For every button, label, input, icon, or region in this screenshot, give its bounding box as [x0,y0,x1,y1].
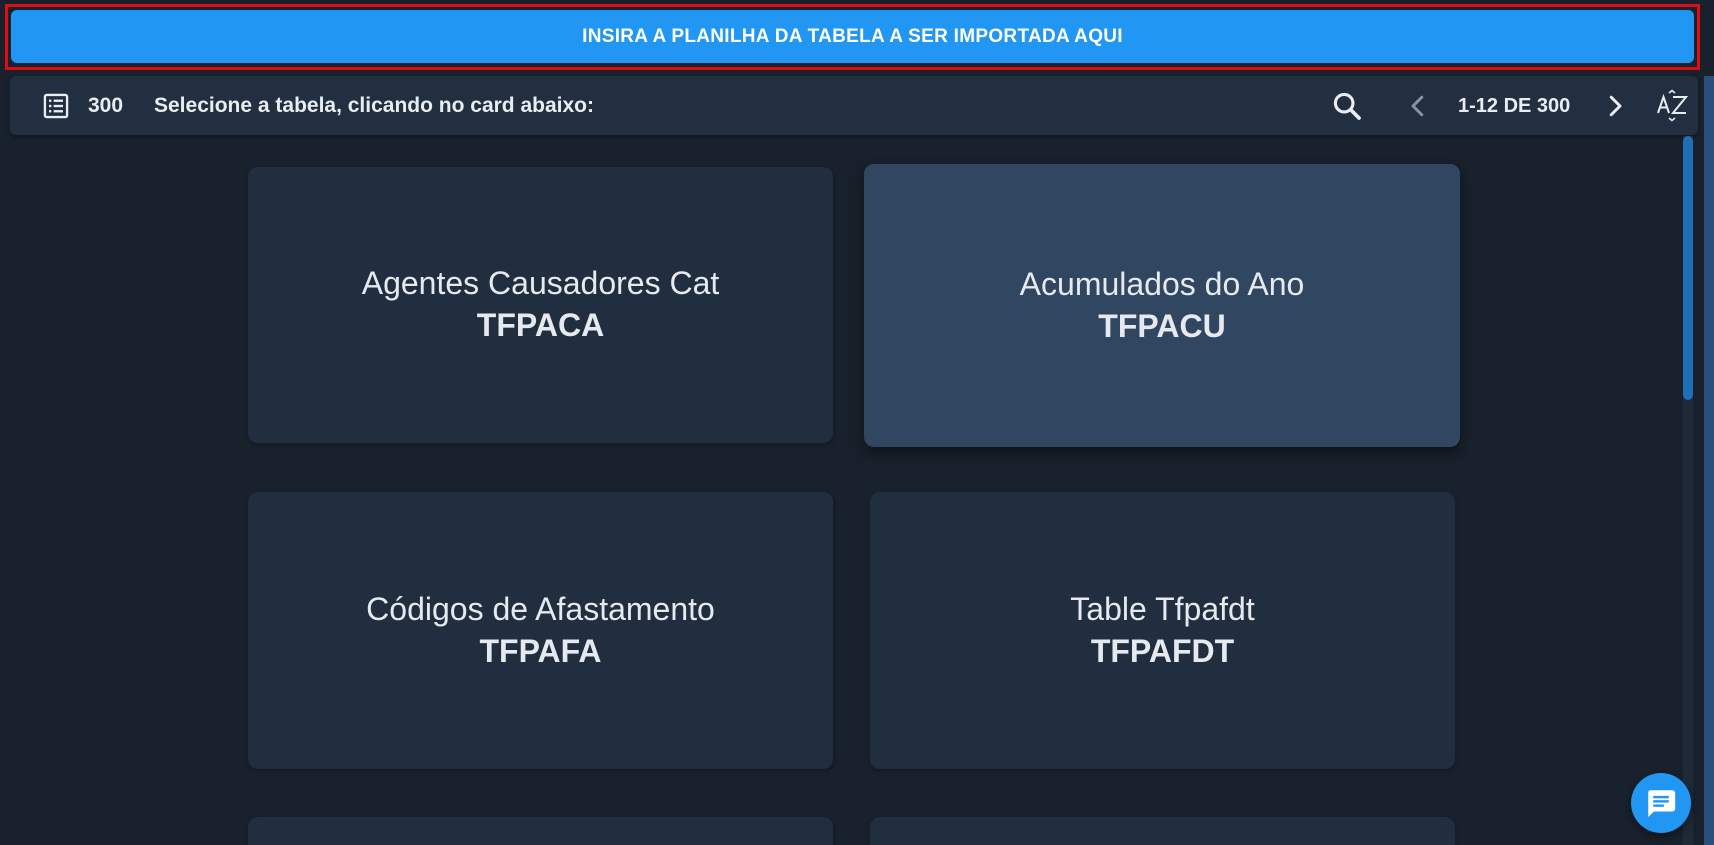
pagination-range: 1-12 DE 300 [1458,95,1571,117]
table-card[interactable]: Agentes Causadores Cat TFPACA [248,167,833,443]
scrollbar-thumb[interactable] [1683,136,1693,400]
card-title: Códigos de Afastamento [366,590,715,627]
table-card[interactable] [870,817,1455,845]
list-icon [43,93,69,119]
table-card[interactable]: Códigos de Afastamento TFPAFA [248,492,833,769]
card-code: TFPACA [476,307,605,343]
instruction-text: Selecione a tabela, clicando no card aba… [154,94,594,117]
card-code: TFPAFDT [1090,632,1235,669]
toolbar: 300 Selecione a tabela, clicando no card… [10,76,1698,135]
outer-scrollbar[interactable] [1704,76,1714,845]
chat-icon [1648,790,1676,818]
table-card[interactable] [248,817,833,845]
import-spreadsheet-button[interactable]: INSIRA A PLANILHA DA TABELA A SER IMPORT… [11,10,1694,63]
card-code: TFPAFA [479,632,602,669]
table-card[interactable]: Table Tfpafdt TFPAFDT [870,492,1455,769]
card-title: Table Tfpafdt [1070,590,1255,627]
search-icon[interactable] [1330,89,1364,123]
sort-az-icon[interactable] [1656,89,1690,123]
scrollbar[interactable] [1683,136,1693,845]
chevron-left-icon[interactable] [1403,91,1433,121]
chat-button[interactable] [1631,773,1691,833]
card-title: Agentes Causadores Cat [361,265,720,301]
table-card[interactable]: Acumulados do Ano TFPACU [864,164,1460,447]
page: INSIRA A PLANILHA DA TABELA A SER IMPORT… [0,0,1714,845]
chevron-right-icon[interactable] [1600,91,1630,121]
table-count: 300 [88,94,124,117]
card-title: Acumulados do Ano [1019,265,1305,302]
card-code: TFPACU [1098,307,1226,344]
